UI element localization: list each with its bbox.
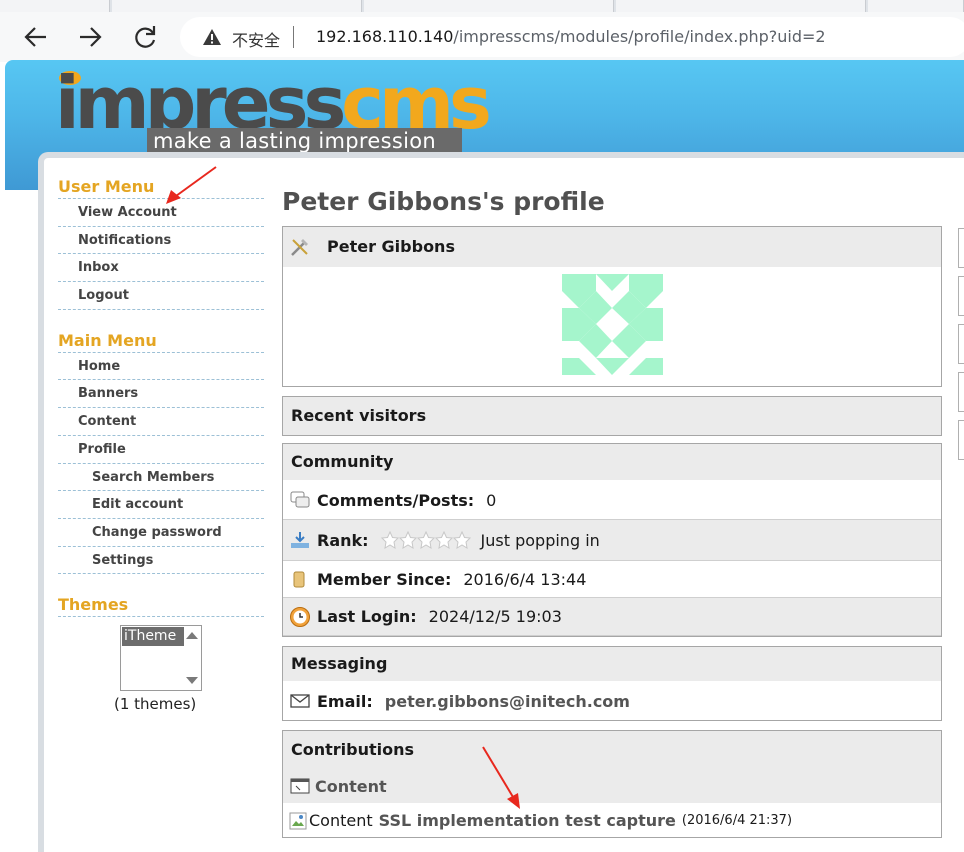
annotation-arrow-icon <box>482 746 520 809</box>
annotation-overlay <box>166 166 520 809</box>
annotation-arrow-icon <box>166 166 217 204</box>
